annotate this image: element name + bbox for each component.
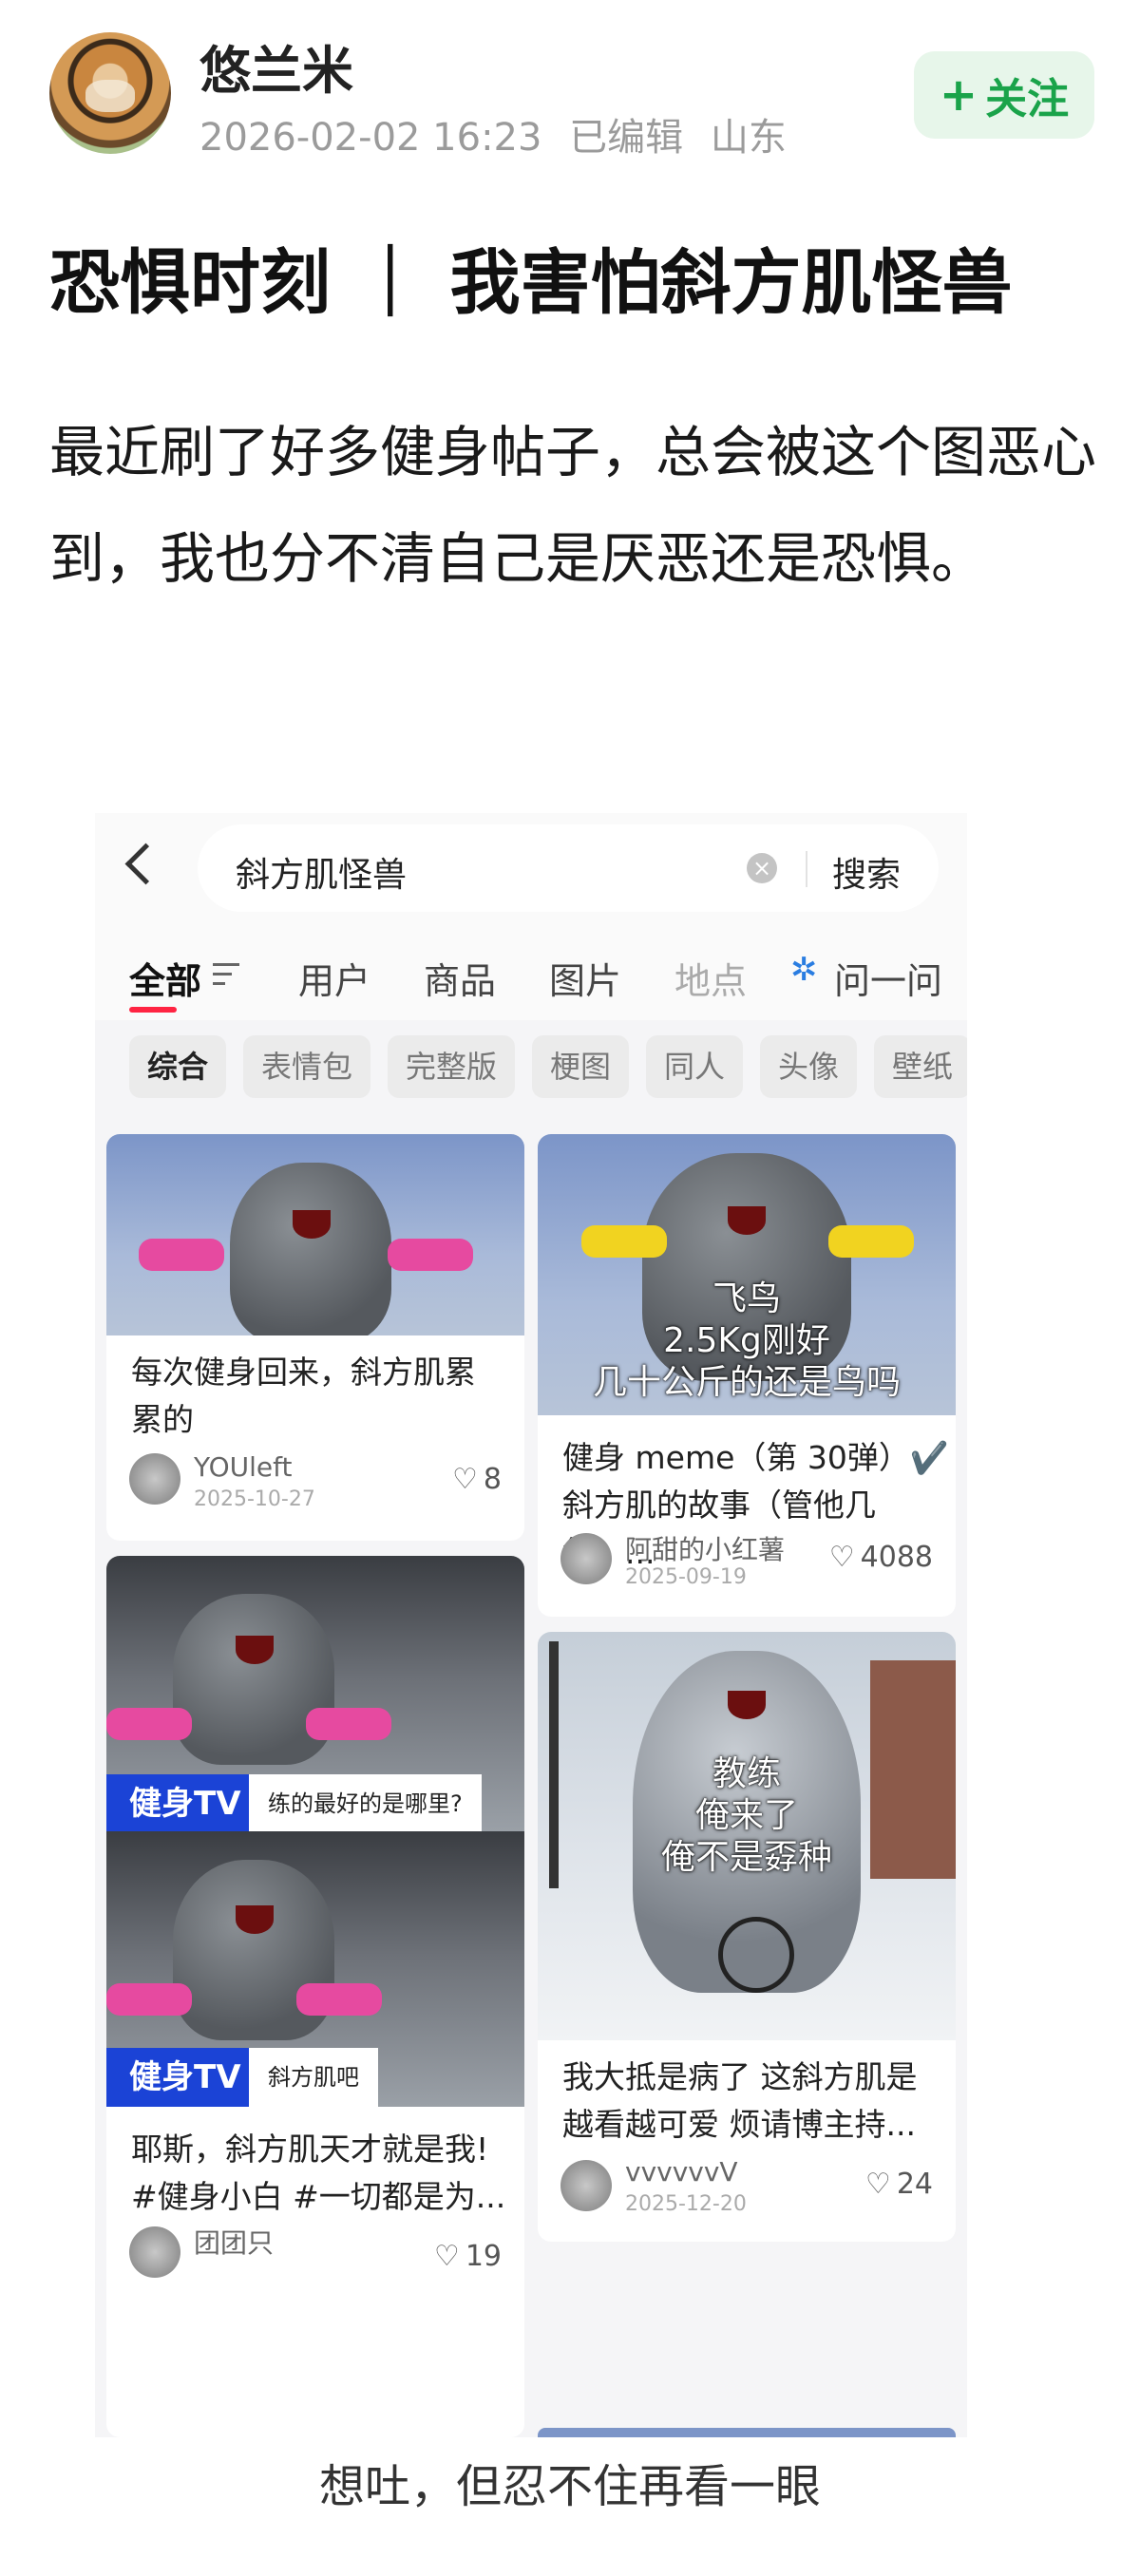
post-location: 山东 <box>710 116 787 160</box>
card-author: YOUleft <box>194 1451 293 1483</box>
post-meta: 2026-02-02 16:23 已编辑 山东 <box>200 106 802 161</box>
card-author: 阿甜的小红薯 <box>625 1534 786 1565</box>
monster-mouth <box>728 1691 766 1719</box>
card-author: vvvvvvV <box>625 2156 738 2188</box>
result-tabs: 全部 用户 商品 图片 地点 ✲ 问一问 <box>95 925 967 1020</box>
card-date: 2025-10-27 <box>194 1487 315 1511</box>
post-date: 2026-02-02 16:23 <box>200 116 542 160</box>
card-title: 我大抵是病了 这斜方肌是 越看越可爱 烦请博主持... <box>562 2058 918 2143</box>
dumbbell-right <box>306 1708 391 1740</box>
bicycle-wheel <box>718 1917 794 1993</box>
like-count[interactable]: ♡ 24 <box>865 2168 933 2201</box>
dumbbell-left <box>106 1983 192 2016</box>
search-button[interactable]: 搜索 <box>832 847 901 897</box>
card-image <box>106 1134 524 1335</box>
like-count[interactable]: ♡ 4088 <box>829 1541 933 1574</box>
card-image: 教练 俺来了 俺不是孬种 <box>538 1632 956 2040</box>
follow-label: 关注 <box>985 75 1070 123</box>
ask-icon: ✲ <box>790 951 818 989</box>
card-date: 2025-09-19 <box>625 1565 747 1589</box>
card-author: 团团只 <box>194 2227 275 2259</box>
search-input[interactable]: 斜方肌怪兽 <box>236 847 407 897</box>
dumbbell-right <box>828 1225 914 1258</box>
monster-mouth <box>236 1905 274 1934</box>
search-divider <box>806 851 808 887</box>
heart-icon: ♡ <box>433 2240 460 2273</box>
tab-places[interactable]: 地点 <box>674 952 747 1004</box>
chip-memes[interactable]: 梗图 <box>532 1035 629 1098</box>
chip-full-version[interactable]: 完整版 <box>388 1035 515 1098</box>
heart-icon: ♡ <box>452 1463 478 1496</box>
result-card[interactable]: 健身TV 练的最好的是哪里? 健身TV 斜方肌吧 耶斯，斜方肌天才就是我! #健… <box>106 1556 524 2437</box>
card-author-avatar <box>129 1453 180 1505</box>
tab-ask[interactable]: 问一问 <box>834 952 942 1004</box>
chip-stickers[interactable]: 表情包 <box>243 1035 370 1098</box>
dumbbell-left <box>581 1225 667 1258</box>
dumbbell-left <box>106 1708 192 1740</box>
filter-chips: 综合 表情包 完整版 梗图 同人 头像 壁纸 <box>95 1035 967 1102</box>
active-tab-underline <box>129 1007 177 1013</box>
chip-overall[interactable]: 综合 <box>129 1035 226 1098</box>
tab-users[interactable]: 用户 <box>298 952 370 1004</box>
chip-wallpaper[interactable]: 壁纸 <box>874 1035 967 1098</box>
image-caption: 飞鸟 2.5Kg刚好 几十公斤的还是鸟吗 <box>592 1279 901 1402</box>
monster-mouth <box>236 1636 274 1664</box>
post-body: 最近刷了好多健身帖子，总会被这个图恶心到，我也分不清自己是厌恶还是恐惧。 <box>49 420 1097 591</box>
chip-avatar[interactable]: 头像 <box>760 1035 857 1098</box>
filter-icon[interactable] <box>213 963 239 992</box>
back-arrow-icon[interactable] <box>124 843 167 885</box>
image-caption: 教练 俺来了 俺不是孬种 <box>660 1754 832 1877</box>
tab-goods[interactable]: 商品 <box>424 952 496 1004</box>
author-name[interactable]: 悠兰米 <box>200 28 353 104</box>
result-card[interactable]: 教练 俺来了 俺不是孬种 我大抵是病了 这斜方肌是 越看越可爱 烦请博主持...… <box>538 1632 956 2242</box>
author-avatar[interactable] <box>49 32 171 154</box>
card-title: 耶斯，斜方肌天才就是我! #健身小白 #一切都是为... <box>131 2131 506 2215</box>
post-title: 恐惧时刻 ｜ 我害怕斜方肌怪兽 <box>49 242 1013 324</box>
tv-tag: 健身TV <box>106 2048 264 2107</box>
like-count[interactable]: ♡ 19 <box>434 2240 502 2273</box>
card-image: 健身TV 斜方肌吧 <box>106 1831 524 2107</box>
card-author-avatar <box>560 2160 612 2211</box>
tv-subtitle: 斜方肌吧 <box>249 2048 378 2107</box>
card-author-avatar <box>560 1533 612 1584</box>
edited-label: 已编辑 <box>569 116 684 160</box>
card-image: 健身TV 练的最好的是哪里? <box>106 1556 524 1831</box>
dumbbell-left <box>139 1239 224 1271</box>
monster-figure <box>230 1163 391 1335</box>
monster-mouth <box>728 1206 766 1235</box>
card-title: 每次健身回来，斜方肌累累的 <box>131 1354 476 1438</box>
result-card[interactable]: 每次健身回来，斜方肌累累的 YOUleft 2025-10-27 ♡ 8 <box>106 1134 524 1541</box>
card-date: 2025-12-20 <box>625 2192 747 2216</box>
tab-images[interactable]: 图片 <box>549 952 621 1004</box>
clear-icon[interactable]: × <box>747 853 777 883</box>
search-bar: 斜方肌怪兽 × 搜索 <box>95 813 967 925</box>
embedded-screenshot[interactable]: 斜方肌怪兽 × 搜索 全部 用户 商品 图片 地点 ✲ 问一问 综合 表情包 完… <box>95 813 967 2437</box>
heart-icon: ♡ <box>864 2168 891 2201</box>
monster-mouth <box>293 1210 331 1239</box>
heart-icon: ♡ <box>828 1541 855 1574</box>
dumbbell-right <box>296 1983 382 2016</box>
monster-figure <box>173 1594 334 1765</box>
tv-subtitle: 练的最好的是哪里? <box>249 1774 482 1831</box>
dumbbell-right <box>388 1239 473 1271</box>
tab-all[interactable]: 全部 <box>129 952 201 1004</box>
search-box[interactable]: 斜方肌怪兽 × 搜索 <box>198 824 939 912</box>
like-count[interactable]: ♡ 8 <box>452 1463 502 1496</box>
card-author-avatar <box>129 2226 180 2278</box>
next-card-peek <box>538 2428 956 2437</box>
follow-button[interactable]: + 关注 <box>914 51 1094 139</box>
result-card[interactable]: 飞鸟 2.5Kg刚好 几十公斤的还是鸟吗 健身 meme（第 30弹）✔️ 斜方… <box>538 1134 956 1617</box>
card-image: 飞鸟 2.5Kg刚好 几十公斤的还是鸟吗 <box>538 1134 956 1415</box>
plus-icon: + <box>939 68 978 122</box>
post-caption: 想吐，但忍不住再看一眼 <box>318 2460 821 2513</box>
tv-tag: 健身TV <box>106 1774 264 1831</box>
chip-fanart[interactable]: 同人 <box>646 1035 743 1098</box>
